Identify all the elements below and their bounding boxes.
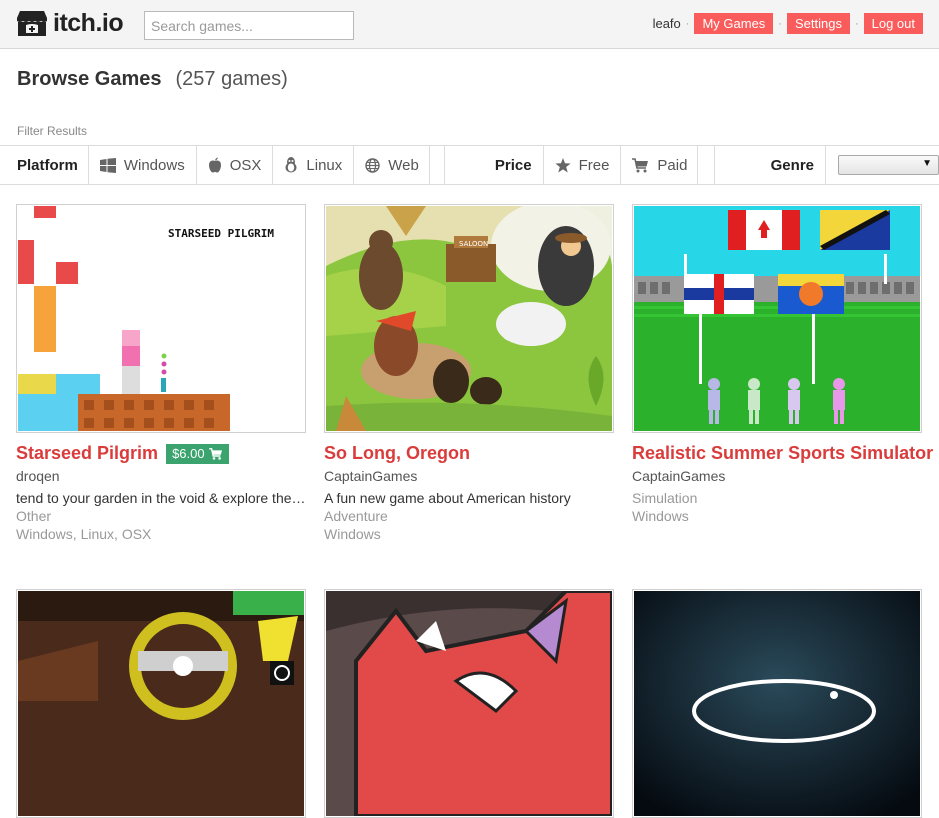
game-title-link[interactable]: Realistic Summer Sports Simulator	[632, 443, 933, 464]
search-input[interactable]	[144, 11, 354, 40]
game-genre: Adventure	[324, 508, 388, 524]
nav-separator: ·	[854, 17, 859, 30]
game-platforms: Windows, Linux, OSX	[16, 526, 152, 542]
game-cell: Realistic Summer Sports Simulator Captai…	[632, 204, 933, 524]
cat-game-artwork	[326, 591, 612, 816]
game-title-row: Realistic Summer Sports Simulator	[632, 443, 933, 464]
logo-text: itch.io	[53, 9, 124, 37]
filter-free-label: Free	[578, 156, 610, 174]
price-badge[interactable]: $6.00	[166, 443, 229, 464]
settings-button[interactable]: Settings	[786, 13, 850, 34]
game-cell	[632, 589, 924, 818]
dropdown-arrow-icon: ▼	[922, 158, 932, 169]
platform-filter-label: Platform	[0, 146, 89, 184]
user-nav: leafo · My Games · Settings · Log out	[653, 13, 923, 34]
game-author[interactable]: CaptainGames	[324, 468, 616, 484]
game-title-link[interactable]: So Long, Oregon	[324, 443, 470, 464]
itchio-logo[interactable]: itch.io	[16, 9, 124, 38]
game-platforms: Windows	[632, 508, 689, 524]
filter-free[interactable]: Free	[544, 146, 622, 184]
filter-osx[interactable]: OSX	[197, 146, 274, 184]
filter-paid-label: Paid	[657, 156, 688, 174]
linux-icon	[285, 157, 297, 173]
so-long-oregon-illustration: SALOON	[326, 206, 612, 431]
game-thumbnail[interactable]: STARSEED PILGRIM	[16, 204, 306, 433]
price-value: $6.00	[172, 445, 205, 461]
windows-icon	[99, 157, 116, 173]
nav-separator: ·	[778, 17, 782, 30]
globe-icon	[365, 157, 380, 173]
star-icon	[554, 157, 571, 172]
filter-paid[interactable]: Paid	[621, 146, 699, 184]
game-thumbnail[interactable]	[632, 204, 922, 433]
filter-linux-label: Linux	[306, 156, 343, 174]
page-heading: Browse Games	[17, 68, 162, 90]
filter-spacer	[430, 146, 445, 184]
starseed-pilgrim-screenshot: STARSEED PILGRIM	[18, 206, 304, 431]
game-thumbnail[interactable]	[632, 589, 922, 818]
logout-button[interactable]: Log out	[863, 13, 923, 34]
genre-select[interactable]: ▼	[838, 155, 939, 175]
thumb-title-text: STARSEED PILGRIM	[168, 227, 274, 240]
filter-windows-label: Windows	[123, 156, 185, 174]
game-cell	[16, 589, 308, 818]
page-title: Browse Games (257 games)	[17, 68, 288, 91]
game-author[interactable]: CaptainGames	[632, 468, 924, 484]
game-cell	[324, 589, 616, 818]
cart-icon	[208, 447, 222, 460]
nav-separator: ·	[685, 17, 690, 30]
filter-windows[interactable]: Windows	[89, 146, 197, 184]
game-genre: Simulation	[632, 490, 698, 506]
filter-osx-label: OSX	[229, 156, 262, 174]
game-genre: Other	[16, 508, 52, 524]
game-author[interactable]: droqen	[16, 468, 308, 484]
thumb-saloon-text: SALOON	[459, 240, 488, 248]
genre-select-wrap: ▼	[826, 146, 939, 184]
space-game-screenshot	[634, 591, 920, 816]
filter-web[interactable]: Web	[354, 146, 430, 184]
site-header: itch.io leafo · My Games · Settings · Lo…	[0, 0, 939, 49]
game-title-row: Starseed Pilgrim $6.00	[16, 443, 308, 464]
filter-linux[interactable]: Linux	[273, 146, 355, 184]
username-link[interactable]: leafo	[653, 16, 681, 31]
my-games-button[interactable]: My Games	[694, 13, 774, 34]
filter-bar: Platform Windows OSX Linux Web Price Fre…	[0, 145, 939, 185]
filter-results-label: Filter Results	[17, 124, 88, 138]
game-thumbnail[interactable]: SALOON	[324, 204, 614, 433]
game-platforms: Windows	[324, 526, 381, 542]
filter-web-label: Web	[388, 156, 419, 174]
price-filter-label: Price	[445, 146, 544, 184]
game-cell: STARSEED PILGRIM Starseed Pilgrim $6.00 …	[16, 204, 308, 542]
cart-icon	[632, 157, 649, 172]
itchio-logo-icon	[17, 11, 47, 36]
game-title-row: So Long, Oregon	[324, 443, 616, 464]
game-description: A fun new game about American history	[324, 490, 571, 506]
filter-spacer	[698, 146, 715, 184]
genre-filter-label: Genre	[715, 146, 826, 184]
game-title-link[interactable]: Starseed Pilgrim	[16, 443, 158, 464]
realistic-summer-sports-screenshot	[634, 206, 920, 431]
game-cell: SALOON So Long, Oregon CaptainGames A fu…	[324, 204, 616, 542]
apple-icon	[208, 157, 221, 173]
game-count: (257 games)	[175, 68, 288, 90]
game-description: tend to your garden in the void & explor…	[16, 490, 306, 506]
game-thumbnail[interactable]	[324, 589, 614, 818]
driving-game-screenshot	[18, 591, 304, 816]
game-thumbnail[interactable]	[16, 589, 306, 818]
